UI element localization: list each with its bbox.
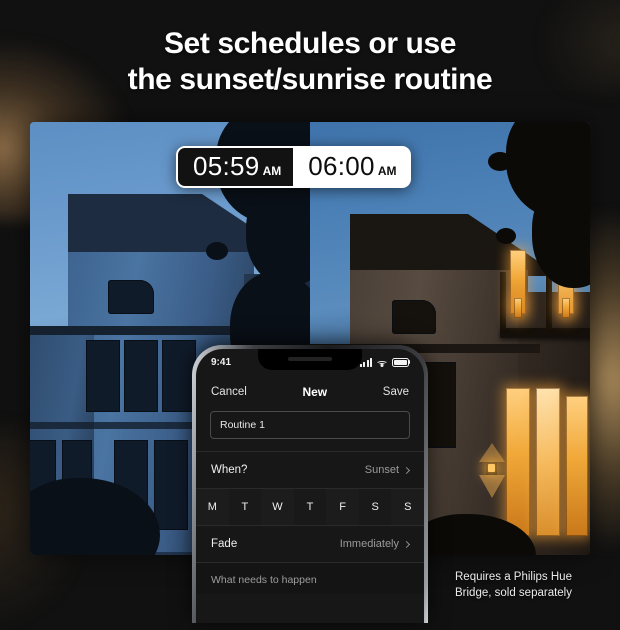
window-night-u2: [124, 340, 158, 412]
time-badge-after: 06:00 AM: [293, 146, 411, 188]
headline-line-1: Set schedules or use: [163, 27, 457, 60]
window-night-l3: [154, 440, 188, 530]
when-value-group: Sunset: [364, 464, 411, 476]
day-toggle-fri[interactable]: F: [326, 489, 359, 525]
day-toggle-mon[interactable]: M: [196, 489, 229, 525]
foliage-lit-b: [496, 228, 516, 244]
window-lit-r2: [536, 388, 560, 536]
caption-line-2: Bridge, sold separately: [455, 586, 572, 599]
status-bar-time: 9:41: [211, 356, 232, 368]
time-before-meridiem: AM: [262, 164, 282, 178]
window-lit-balcony-3: [514, 298, 522, 318]
window-night-attic: [108, 280, 154, 314]
phone-screen: 9:41 Cancel New Save Routine 1 When? Sun…: [196, 349, 424, 623]
caption-line-1: Requires a Philips Hue: [455, 571, 572, 583]
day-toggle-thu[interactable]: T: [293, 489, 327, 525]
what-needs-to-happen-header: What needs to happen: [196, 563, 424, 594]
foliage-lit-a: [488, 152, 512, 171]
fade-label: Fade: [211, 538, 238, 550]
window-lit-r1: [506, 388, 530, 536]
window-night-u3: [162, 340, 196, 412]
phone-mockup: 9:41 Cancel New Save Routine 1 When? Sun…: [192, 345, 428, 623]
day-toggle-wed[interactable]: W: [261, 489, 294, 525]
day-toggle-tue[interactable]: T: [228, 489, 262, 525]
when-row[interactable]: When? Sunset: [196, 452, 424, 488]
status-bar-icons: [359, 357, 409, 367]
balcony-slab: [500, 328, 590, 338]
fade-value-group: Immediately: [339, 538, 411, 550]
chevron-right-icon: [402, 540, 411, 548]
chevron-right-icon: [402, 466, 411, 474]
window-lit-balcony-4: [562, 298, 570, 318]
when-label: When?: [211, 464, 248, 476]
window-lit-r3: [566, 396, 588, 536]
day-of-week-selector[interactable]: M T W T F S S: [196, 489, 424, 525]
routine-name-input[interactable]: Routine 1: [210, 411, 410, 439]
eave-night: [30, 326, 262, 335]
when-value: Sunset: [364, 464, 399, 476]
wall-sconce-right: [486, 462, 497, 475]
time-badge-before: 05:59 AM: [176, 146, 294, 188]
time-after-meridiem: AM: [377, 164, 397, 178]
spacer-above-when: [196, 439, 424, 451]
foliage-night-b: [206, 242, 228, 260]
day-toggle-sat[interactable]: S: [358, 489, 392, 525]
cancel-button[interactable]: Cancel: [211, 386, 247, 398]
fade-row[interactable]: Fade Immediately: [196, 526, 424, 562]
signal-icon: [359, 357, 372, 367]
wifi-icon: [376, 358, 388, 367]
window-night-u1: [86, 340, 120, 412]
app-nav-bar: Cancel New Save: [196, 375, 424, 411]
day-toggle-sun[interactable]: S: [391, 489, 424, 525]
roof-lit: [350, 214, 560, 276]
time-comparison-badges: 05:59 AM 06:00 AM: [176, 146, 411, 188]
status-bar: 9:41: [196, 349, 424, 375]
phone-frame: 9:41 Cancel New Save Routine 1 When? Sun…: [192, 345, 428, 623]
screen-title: New: [302, 385, 328, 399]
time-before-value: 05:59: [193, 151, 260, 181]
window-lit-attic: [392, 300, 436, 334]
time-after-value: 06:00: [308, 151, 375, 181]
page-title: Set schedules or use the sunset/sunrise …: [0, 26, 620, 99]
disclaimer-caption: Requires a Philips Hue Bridge, sold sepa…: [455, 570, 615, 602]
balcony-post-1: [500, 272, 506, 330]
battery-icon: [392, 357, 409, 367]
fade-value: Immediately: [339, 538, 399, 550]
save-button[interactable]: Save: [383, 386, 409, 398]
headline-line-2: the sunset/sunrise routine: [127, 63, 493, 97]
